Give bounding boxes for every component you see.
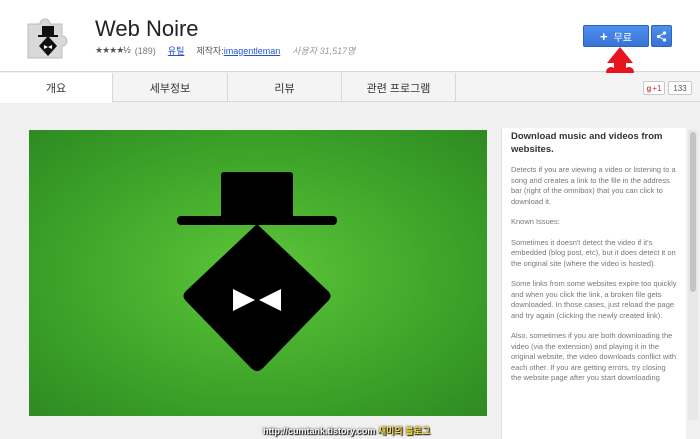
noire-mascot-image [177, 172, 337, 371]
screenshot-preview [29, 130, 487, 416]
description-paragraph: Detects if you are viewing a video or li… [511, 165, 676, 206]
gplus-label: +1 [652, 83, 662, 93]
main-content: Download music and videos from websites.… [0, 103, 700, 439]
watermark-blog: 새미의 블로그 [377, 426, 431, 436]
description-paragraph: Some links from some websites expire too… [511, 279, 677, 320]
scrollbar-thumb[interactable] [690, 132, 696, 292]
gplus-count: 133 [668, 81, 692, 95]
watermark-url: http://cumtank.tistory.com [263, 426, 376, 436]
tab-related[interactable]: 관련 프로그램 [342, 73, 456, 102]
description-paragraph: Known Issues: [511, 217, 560, 226]
tab-reviews[interactable]: 리뷰 [228, 73, 342, 102]
description-paragraph: Also, sometimes if you are both download… [511, 331, 677, 382]
user-count: 사용자 31,517명 [292, 46, 356, 56]
rating-count: (189) [134, 45, 156, 56]
author-link[interactable]: imagentleman [224, 46, 281, 56]
plus-icon: + [600, 28, 608, 44]
author-label: 제작자: [196, 46, 224, 56]
gplus-icon: g [646, 83, 652, 93]
app-header: Web Noire ★★★★½ (189) 유틸 제작자: imagentlem… [0, 0, 700, 90]
tab-details[interactable]: 세부정보 [113, 73, 228, 102]
description-scrollbar[interactable] [688, 130, 698, 420]
app-meta: ★★★★½ (189) 유틸 제작자: imagentleman 사용자 31,… [95, 44, 355, 57]
category-link[interactable]: 유틸 [168, 44, 185, 57]
extension-puzzle-icon [27, 18, 68, 59]
app-title: Web Noire [95, 16, 199, 41]
rating-stars: ★★★★½ [95, 45, 131, 55]
description-panel: Download music and videos from websites.… [501, 128, 686, 439]
share-icon [656, 30, 667, 42]
description-paragraph: Sometimes it doesn't detect the video if… [511, 237, 676, 268]
tab-overview[interactable]: 개요 [0, 73, 113, 103]
description-heading: Download music and videos from websites. [511, 131, 663, 155]
watermark: http://cumtank.tistory.com 새미의 블로그 [263, 424, 430, 437]
gplus-button[interactable]: g +1 [643, 81, 665, 95]
free-button-label: 무료 [613, 32, 632, 44]
share-button[interactable] [651, 25, 672, 47]
add-free-button[interactable]: + 무료 [583, 25, 649, 47]
tab-bar: 개요 세부정보 리뷰 관련 프로그램 [0, 73, 700, 103]
